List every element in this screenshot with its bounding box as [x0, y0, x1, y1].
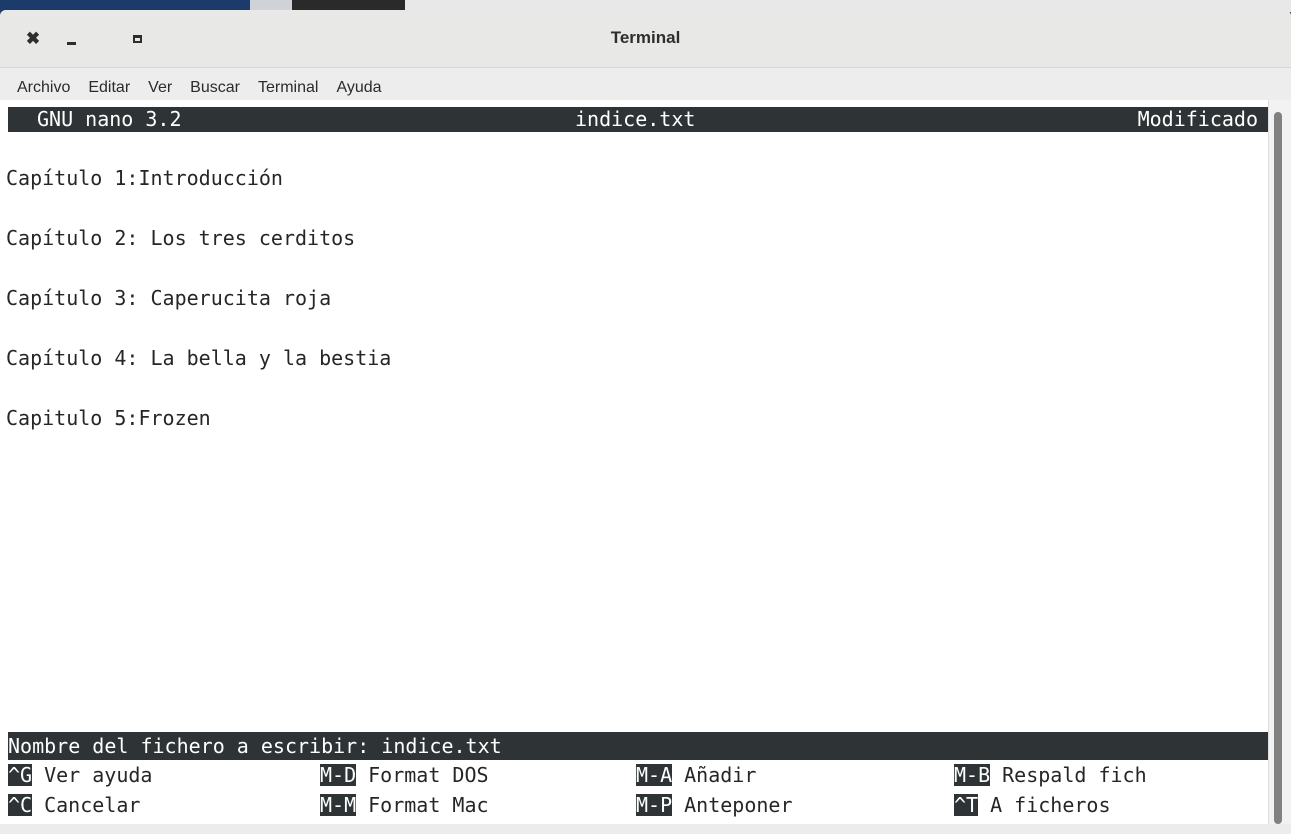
nano-header-bar: GNU nano 3.2 indice.txt Modificado [8, 107, 1268, 132]
nano-version: GNU nano 3.2 [37, 107, 182, 131]
menu-ayuda[interactable]: Ayuda [327, 79, 390, 97]
terminal-area[interactable]: GNU nano 3.2 indice.txt Modificado Capít… [0, 100, 1268, 824]
shortcut-row: ^G Ver ayuda M-D Format DOS M-A Añadir M-B R… [8, 760, 1268, 790]
menu-editar[interactable]: Editar [79, 79, 139, 97]
scrollbar-thumb[interactable] [1274, 112, 1282, 824]
text-line[interactable]: Capítulo 1:Introducción [6, 164, 391, 224]
file-content[interactable]: Capítulo 1:Introducción Capítulo 2: Los … [6, 164, 391, 464]
shortcut-format-dos[interactable]: M-D Format DOS [320, 760, 489, 790]
menu-archivo[interactable]: Archivo [8, 79, 79, 97]
shortcut-label: Anteponer [684, 793, 793, 817]
menu-buscar[interactable]: Buscar [181, 79, 249, 97]
shortcut-label: Cancelar [44, 793, 141, 817]
shortcut-key: ^T [954, 793, 979, 817]
shortcut-label: Format DOS [368, 763, 489, 787]
shortcut-key: ^G [8, 763, 33, 787]
shortcut-a-ficheros[interactable]: ^T A ficheros [954, 790, 1111, 820]
shortcut-key: M-B [954, 763, 991, 787]
shortcut-label: Format Mac [368, 793, 489, 817]
shortcut-key: M-P [636, 793, 673, 817]
shortcut-label: Respald fich [1002, 763, 1147, 787]
shortcut-ver-ayuda[interactable]: ^G Ver ayuda [8, 760, 152, 790]
menu-ver[interactable]: Ver [139, 79, 181, 97]
shortcut-respald-fich[interactable]: M-B Respald fich [954, 760, 1147, 790]
shortcut-format-mac[interactable]: M-M Format Mac [320, 790, 489, 820]
shortcut-cancelar[interactable]: ^C Cancelar [8, 790, 140, 820]
shortcut-key: M-A [636, 763, 673, 787]
text-line[interactable]: Capítulo 4: La bella y la bestia [6, 344, 391, 404]
shortcut-key: M-M [320, 793, 357, 817]
text-line[interactable]: Capítulo 2: Los tres cerditos [6, 224, 391, 284]
shortcut-anteponer[interactable]: M-P Anteponer [636, 790, 793, 820]
shortcut-bar: ^G Ver ayuda M-D Format DOS M-A Añadir M-B R… [8, 760, 1268, 820]
shortcut-anadir[interactable]: M-A Añadir [636, 760, 756, 790]
text-line[interactable]: Capitulo 5:Frozen [6, 404, 391, 464]
shortcut-row: ^C Cancelar M-M Format Mac M-P Anteponer ^T… [8, 790, 1268, 820]
shortcut-label: Añadir [684, 763, 757, 787]
window-title: Terminal [610, 28, 681, 47]
shortcut-label: Ver ayuda [44, 763, 153, 787]
shortcut-key: ^C [8, 793, 33, 817]
nano-filename: indice.txt [575, 107, 696, 131]
vertical-scrollbar[interactable] [1268, 100, 1291, 824]
window-titlebar[interactable]: ✖ Terminal [0, 10, 1291, 68]
filename-prompt[interactable]: Nombre del fichero a escribir: indice.tx… [8, 732, 1268, 760]
shortcut-key: M-D [320, 763, 357, 787]
nano-modified-status: Modificado [1137, 107, 1258, 131]
shortcut-label: A ficheros [990, 793, 1111, 817]
menu-terminal[interactable]: Terminal [249, 79, 327, 97]
text-line[interactable]: Capítulo 3: Caperucita roja [6, 284, 391, 344]
